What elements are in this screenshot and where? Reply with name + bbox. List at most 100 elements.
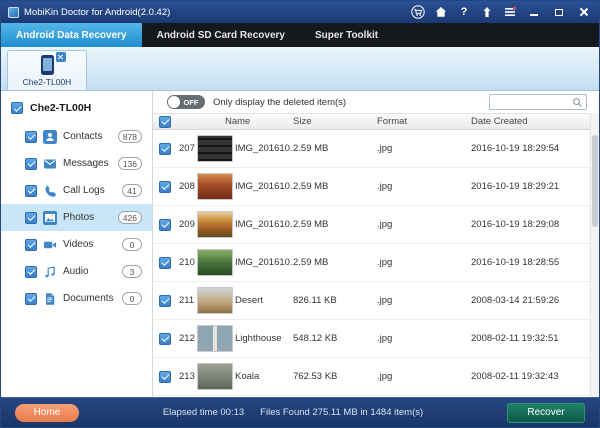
count-badge: 0: [122, 238, 142, 251]
file-size: 2.59 MB: [293, 257, 377, 268]
tab-android-sd-card-recovery[interactable]: Android SD Card Recovery: [142, 23, 300, 47]
scrollbar-thumb[interactable]: [592, 135, 598, 227]
file-name: IMG_201610...: [235, 219, 293, 230]
file-date: 2016-10-19 18:29:54: [471, 143, 599, 154]
sidebar-item-call-logs[interactable]: Call Logs 41: [1, 177, 152, 204]
sidebar-device-name: Che2-TL00H: [30, 102, 91, 114]
item-checkbox[interactable]: [25, 131, 37, 143]
file-size: 2.59 MB: [293, 181, 377, 192]
column-header-date[interactable]: Date Created: [471, 116, 599, 127]
file-date: 2008-03-14 21:59:26: [471, 295, 599, 306]
search-input[interactable]: [493, 97, 572, 107]
search-icon[interactable]: [572, 97, 583, 108]
call-logs-icon: [43, 184, 57, 198]
body: Che2-TL00H Contacts 878 Messages 136 Cal…: [1, 91, 599, 397]
count-badge: 3: [122, 265, 142, 278]
device-card[interactable]: Che2-TL00H: [7, 50, 87, 90]
count-badge: 426: [118, 211, 142, 224]
filter-row: OFF Only display the deleted item(s): [153, 91, 599, 113]
table-header: Name Size Format Date Created: [153, 113, 599, 130]
item-checkbox[interactable]: [25, 293, 37, 305]
column-header-format[interactable]: Format: [377, 116, 471, 127]
item-checkbox[interactable]: [25, 212, 37, 224]
documents-icon: [43, 292, 57, 306]
sidebar-item-videos[interactable]: Videos 0: [1, 231, 152, 258]
minimize-button[interactable]: [526, 5, 542, 19]
item-checkbox[interactable]: [25, 185, 37, 197]
file-date: 2016-10-19 18:29:21: [471, 181, 599, 192]
thumbnail: [197, 249, 233, 276]
device-checkbox[interactable]: [11, 102, 23, 114]
help-icon[interactable]: ?: [457, 5, 471, 19]
row-number: 211: [173, 295, 197, 306]
row-checkbox[interactable]: [159, 371, 171, 383]
contacts-icon: [43, 130, 57, 144]
table-row[interactable]: 213 Koala 762.53 KB .jpg 2008-02-11 19:3…: [153, 358, 599, 396]
maximize-icon: [555, 9, 563, 16]
maximize-button[interactable]: [551, 5, 567, 19]
file-format: .jpg: [377, 143, 471, 154]
row-checkbox[interactable]: [159, 143, 171, 155]
videos-icon: [43, 238, 57, 252]
recover-button[interactable]: Recover: [507, 403, 585, 423]
row-number: 210: [173, 257, 197, 268]
main-panel: OFF Only display the deleted item(s) Nam…: [153, 91, 599, 397]
column-header-size[interactable]: Size: [293, 116, 377, 127]
thumbnail: [197, 325, 233, 352]
sidebar-item-messages[interactable]: Messages 136: [1, 150, 152, 177]
file-format: .jpg: [377, 219, 471, 230]
sidebar-item-contacts[interactable]: Contacts 878: [1, 123, 152, 150]
disconnect-device-icon[interactable]: [56, 52, 66, 62]
titlebar: MobiKin Doctor for Android(2.0.42) ?: [1, 1, 599, 23]
item-checkbox[interactable]: [25, 239, 37, 251]
footer: Home Elapsed time 00:13 Files Found 275.…: [1, 397, 599, 427]
row-checkbox[interactable]: [159, 219, 171, 231]
tab-android-data-recovery[interactable]: Android Data Recovery: [1, 23, 142, 47]
tab-super-toolkit[interactable]: Super Toolkit: [300, 23, 393, 47]
row-checkbox[interactable]: [159, 333, 171, 345]
sidebar-item-audio[interactable]: Audio 3: [1, 258, 152, 285]
elapsed-time: Elapsed time 00:13: [163, 407, 244, 418]
row-number: 209: [173, 219, 197, 230]
table-row[interactable]: 209 IMG_201610... 2.59 MB .jpg 2016-10-1…: [153, 206, 599, 244]
thumbnail: [197, 173, 233, 200]
home-button[interactable]: Home: [15, 404, 79, 422]
app-window: MobiKin Doctor for Android(2.0.42) ? And…: [0, 0, 600, 428]
close-button[interactable]: [576, 5, 592, 19]
select-all-checkbox[interactable]: [159, 116, 171, 128]
vertical-scrollbar[interactable]: [590, 113, 599, 397]
filter-label: Only display the deleted item(s): [213, 97, 481, 108]
status-bar: Elapsed time 00:13 Files Found 275.11 MB…: [79, 407, 507, 418]
item-checkbox[interactable]: [25, 266, 37, 278]
file-name: Koala: [235, 371, 293, 382]
item-checkbox[interactable]: [25, 158, 37, 170]
sidebar-item-documents[interactable]: Documents 0: [1, 285, 152, 312]
table-row[interactable]: 208 IMG_201610... 2.59 MB .jpg 2016-10-1…: [153, 168, 599, 206]
thumbnail: [197, 287, 233, 314]
thumbnail: [197, 211, 233, 238]
row-checkbox[interactable]: [159, 257, 171, 269]
sidebar-device-header: Che2-TL00H: [1, 99, 152, 123]
phone-icon: [41, 55, 54, 75]
cart-icon[interactable]: [411, 5, 425, 19]
app-icon: [8, 7, 19, 18]
row-checkbox[interactable]: [159, 295, 171, 307]
menu-icon[interactable]: [503, 5, 517, 19]
table-row[interactable]: 211 Desert 826.11 KB .jpg 2008-03-14 21:…: [153, 282, 599, 320]
row-number: 213: [173, 371, 197, 382]
sidebar: Che2-TL00H Contacts 878 Messages 136 Cal…: [1, 91, 153, 397]
thumbnail: [197, 363, 233, 390]
file-name: Lighthouse: [235, 333, 293, 344]
table-row[interactable]: 212 Lighthouse 548.12 KB .jpg 2008-02-11…: [153, 320, 599, 358]
column-header-name[interactable]: Name: [173, 116, 293, 127]
home-icon[interactable]: [434, 5, 448, 19]
sidebar-item-photos[interactable]: Photos 426: [1, 204, 152, 231]
arrow-up-icon[interactable]: [480, 5, 494, 19]
row-checkbox[interactable]: [159, 181, 171, 193]
count-badge: 41: [122, 184, 142, 197]
deleted-filter-toggle[interactable]: OFF: [167, 95, 205, 109]
table-row[interactable]: 207 IMG_201610... 2.59 MB .jpg 2016-10-1…: [153, 130, 599, 168]
file-format: .jpg: [377, 257, 471, 268]
file-date: 2008-02-11 19:32:43: [471, 371, 599, 382]
table-row[interactable]: 210 IMG_201610... 2.59 MB .jpg 2016-10-1…: [153, 244, 599, 282]
